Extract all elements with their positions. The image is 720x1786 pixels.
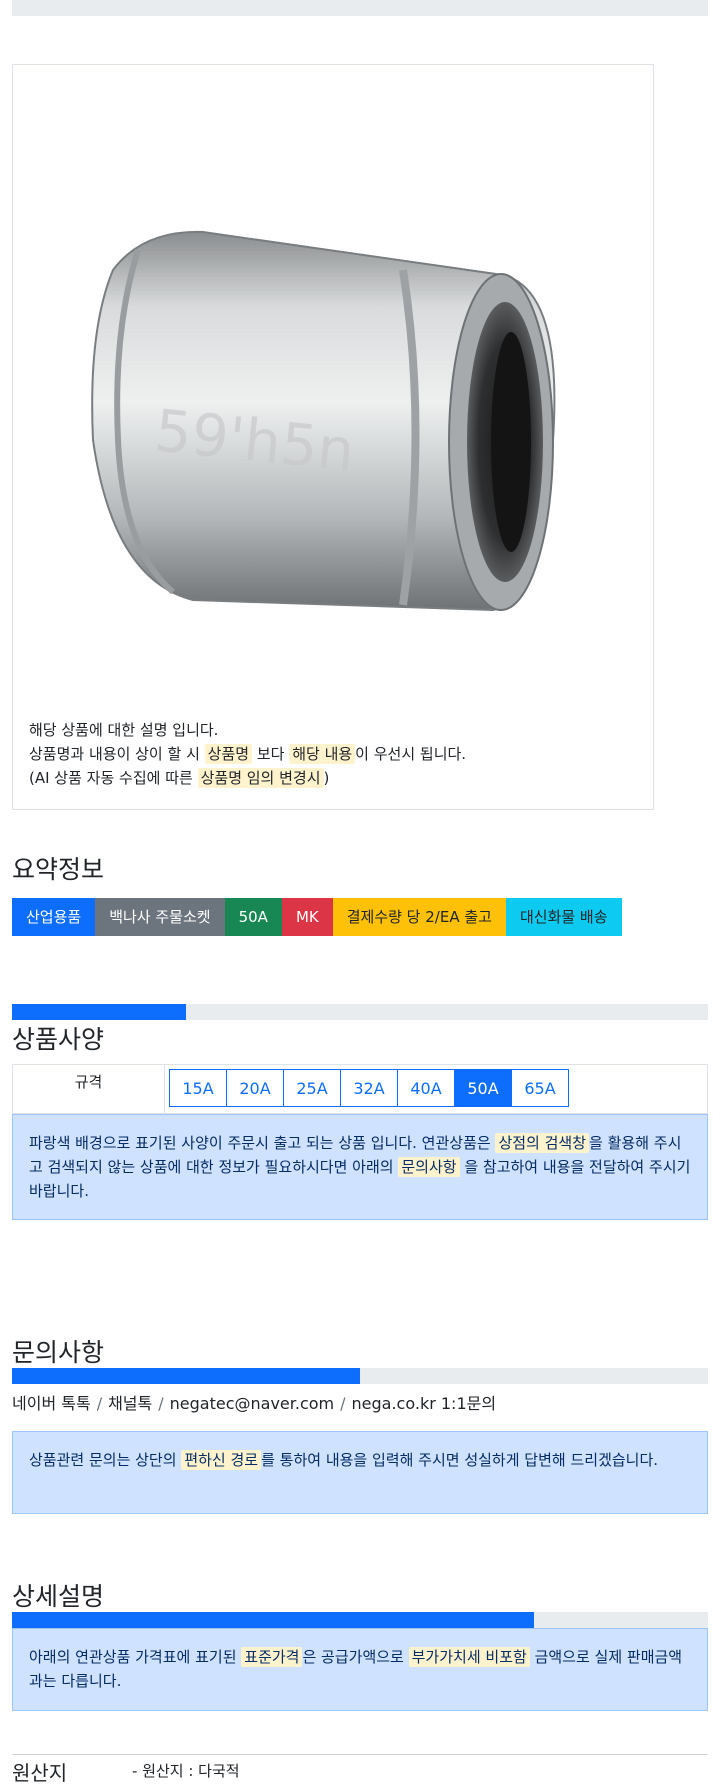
detail-progress-bar [12,1612,708,1628]
inquiry-info-alert: 상품관련 문의는 상단의 편하신 경로 를 통하여 내용을 입력해 주시면 성실하… [12,1431,708,1514]
spec-info-alert: 파랑색 배경으로 표기된 사양이 주문시 출고 되는 상품 입니다. 연관상품은… [12,1114,708,1220]
highlight-inquiry: 문의사항 [398,1157,460,1177]
contact-naver-talk[interactable]: 네이버 톡톡 [12,1394,91,1413]
contact-separator: / [340,1394,346,1413]
spec-title: 상품사양 [12,1025,105,1054]
origin-divider [12,1754,708,1755]
spec-option-25a[interactable]: 25A [283,1069,341,1107]
spec-option-65a[interactable]: 65A [511,1069,569,1107]
product-notes: 해당 상품에 대한 설명 입니다. 상품명과 내용이 상이 할 시 상품명 보다… [29,718,466,790]
contact-website[interactable]: nega.co.kr 1:1문의 [352,1394,497,1413]
detail-progress-fill [12,1612,534,1628]
product-card: 59'h5n 해당 상품에 대한 설명 입니다. 상품명과 내용이 상이 할 시… [12,64,654,810]
spec-option-32a[interactable]: 32A [340,1069,398,1107]
contact-channel-talk[interactable]: 채널톡 [108,1394,152,1413]
highlight-vat-excluded: 부가가치세 비포함 [408,1647,530,1667]
spec-option-20a[interactable]: 20A [226,1069,284,1107]
highlight-convenient-channel: 편하신 경로 [181,1450,262,1470]
badge-shipping: 대신화물 배송 [505,898,622,936]
inquiry-progress-bar [12,1368,708,1384]
notes-line-1: 해당 상품에 대한 설명 입니다. [29,721,219,739]
notes-line-3: (AI 상품 자동 수집에 따른 상품명 임의 변경시) [29,768,330,788]
detail-info-alert: 아래의 연관상품 가격표에 표기된 표준가격 은 공급가액으로 부가가치세 비포함… [12,1628,708,1711]
origin-label: 원산지 [12,1761,68,1785]
spec-option-15a[interactable]: 15A [169,1069,227,1107]
notes-line-2: 상품명과 내용이 상이 할 시 상품명 보다 해당 내용 이 우선시 됩니다. [29,744,467,764]
spec-table: 규격 15A 20A 25A 32A 40A 50A 65A [12,1064,708,1114]
spec-progress-bar [12,1004,708,1020]
badge-quantity: 결제수량 당 2/EA 출고 [332,898,506,936]
detail-title: 상세설명 [12,1582,105,1611]
badge-brand: MK [281,898,333,936]
inquiry-progress-fill [12,1368,360,1384]
highlight-product-name: 상품명 [204,744,253,764]
highlight-content: 해당 내용 [289,744,356,764]
spec-label: 규격 [13,1065,165,1113]
spec-option-50a[interactable]: 50A [454,1069,512,1107]
origin-value: - 원산지 : 다국적 [132,1762,240,1780]
top-progress-bar [12,0,708,16]
contact-separator: / [158,1394,164,1413]
summary-badges: 산업용품 백나사 주물소켓 50A MK 결제수량 당 2/EA 출고 대신화물… [12,898,622,936]
highlight-name-change: 상품명 임의 변경시 [197,768,324,788]
product-image: 59'h5n [91,230,556,612]
inquiry-title: 문의사항 [12,1338,105,1367]
contact-separator: / [96,1394,103,1413]
spec-option-40a[interactable]: 40A [397,1069,455,1107]
spec-options: 15A 20A 25A 32A 40A 50A 65A [165,1065,569,1113]
badge-size: 50A [224,898,282,936]
contact-list: 네이버 톡톡 / 채널톡 / negatec@naver.com / nega.co.kr … [12,1390,496,1414]
highlight-standard-price: 표준가격 [241,1647,303,1667]
summary-title: 요약정보 [12,855,105,884]
badge-category: 산업용품 [12,898,96,936]
spec-progress-fill [12,1004,186,1020]
badge-product-name: 백나사 주물소켓 [95,898,225,936]
highlight-store-search: 상점의 검색창 [495,1133,590,1153]
contact-email[interactable]: negatec@naver.com [170,1394,334,1413]
